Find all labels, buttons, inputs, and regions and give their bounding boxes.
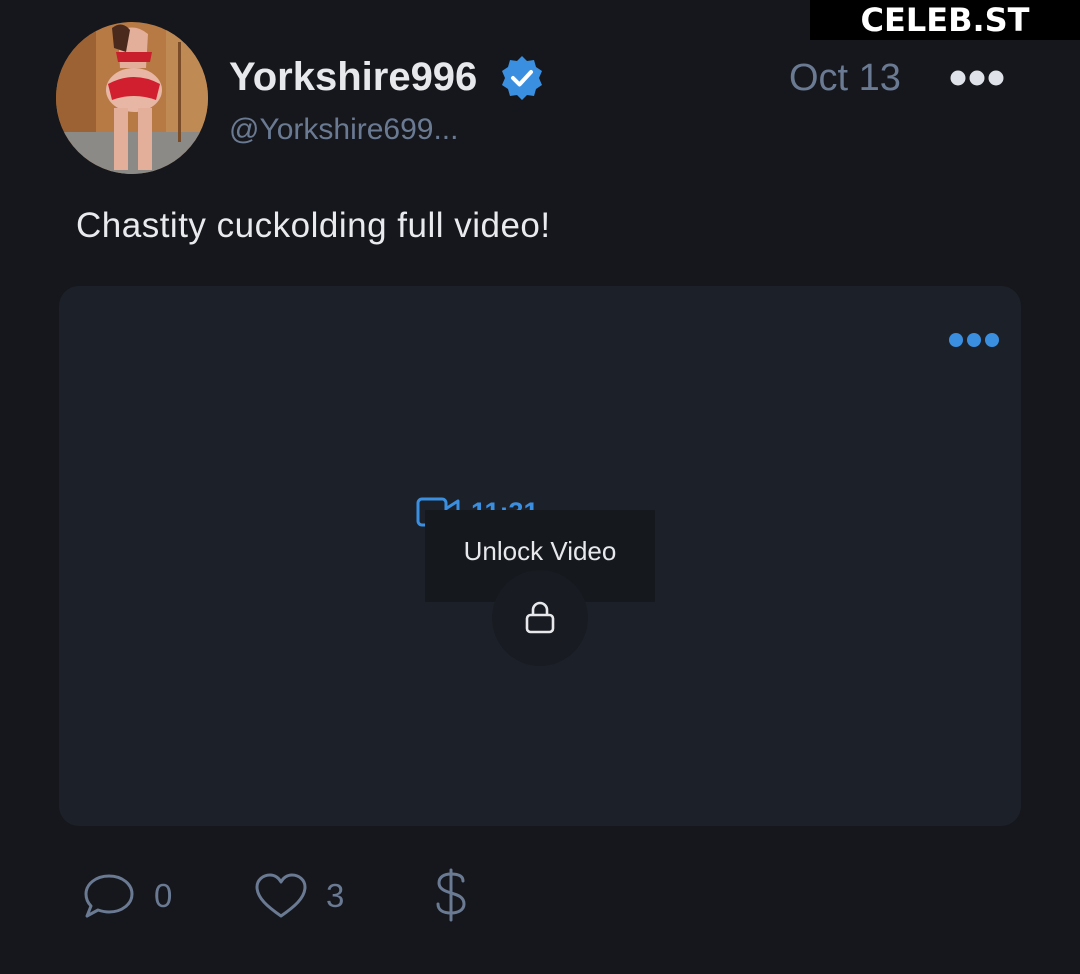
post-page: CELEB.ST Yorkshire996 @Yorkshire699... O… bbox=[0, 0, 1080, 974]
lock-icon bbox=[525, 601, 555, 634]
avatar[interactable] bbox=[56, 22, 208, 174]
media-more-icon[interactable] bbox=[948, 332, 1000, 348]
post-date[interactable]: Oct 13 bbox=[789, 54, 901, 102]
unlock-tooltip-text: Unlock Video bbox=[463, 536, 617, 566]
comment-button[interactable]: 0 bbox=[82, 872, 172, 920]
verified-badge-icon bbox=[502, 56, 542, 100]
author-handle[interactable]: @Yorkshire699... bbox=[229, 110, 458, 150]
watermark: CELEB.ST bbox=[810, 0, 1080, 40]
author-name[interactable]: Yorkshire996 bbox=[229, 52, 477, 102]
post-text: Chastity cuckolding full video! bbox=[76, 206, 551, 245]
comment-count: 0 bbox=[154, 877, 173, 914]
more-icon[interactable] bbox=[950, 66, 1004, 90]
comment-icon bbox=[84, 874, 134, 918]
unlock-button[interactable] bbox=[492, 570, 588, 666]
dollar-icon bbox=[436, 868, 466, 922]
tip-button[interactable] bbox=[434, 868, 468, 922]
heart-icon bbox=[255, 873, 307, 918]
like-count: 3 bbox=[326, 877, 345, 914]
like-button[interactable]: 3 bbox=[254, 872, 344, 920]
